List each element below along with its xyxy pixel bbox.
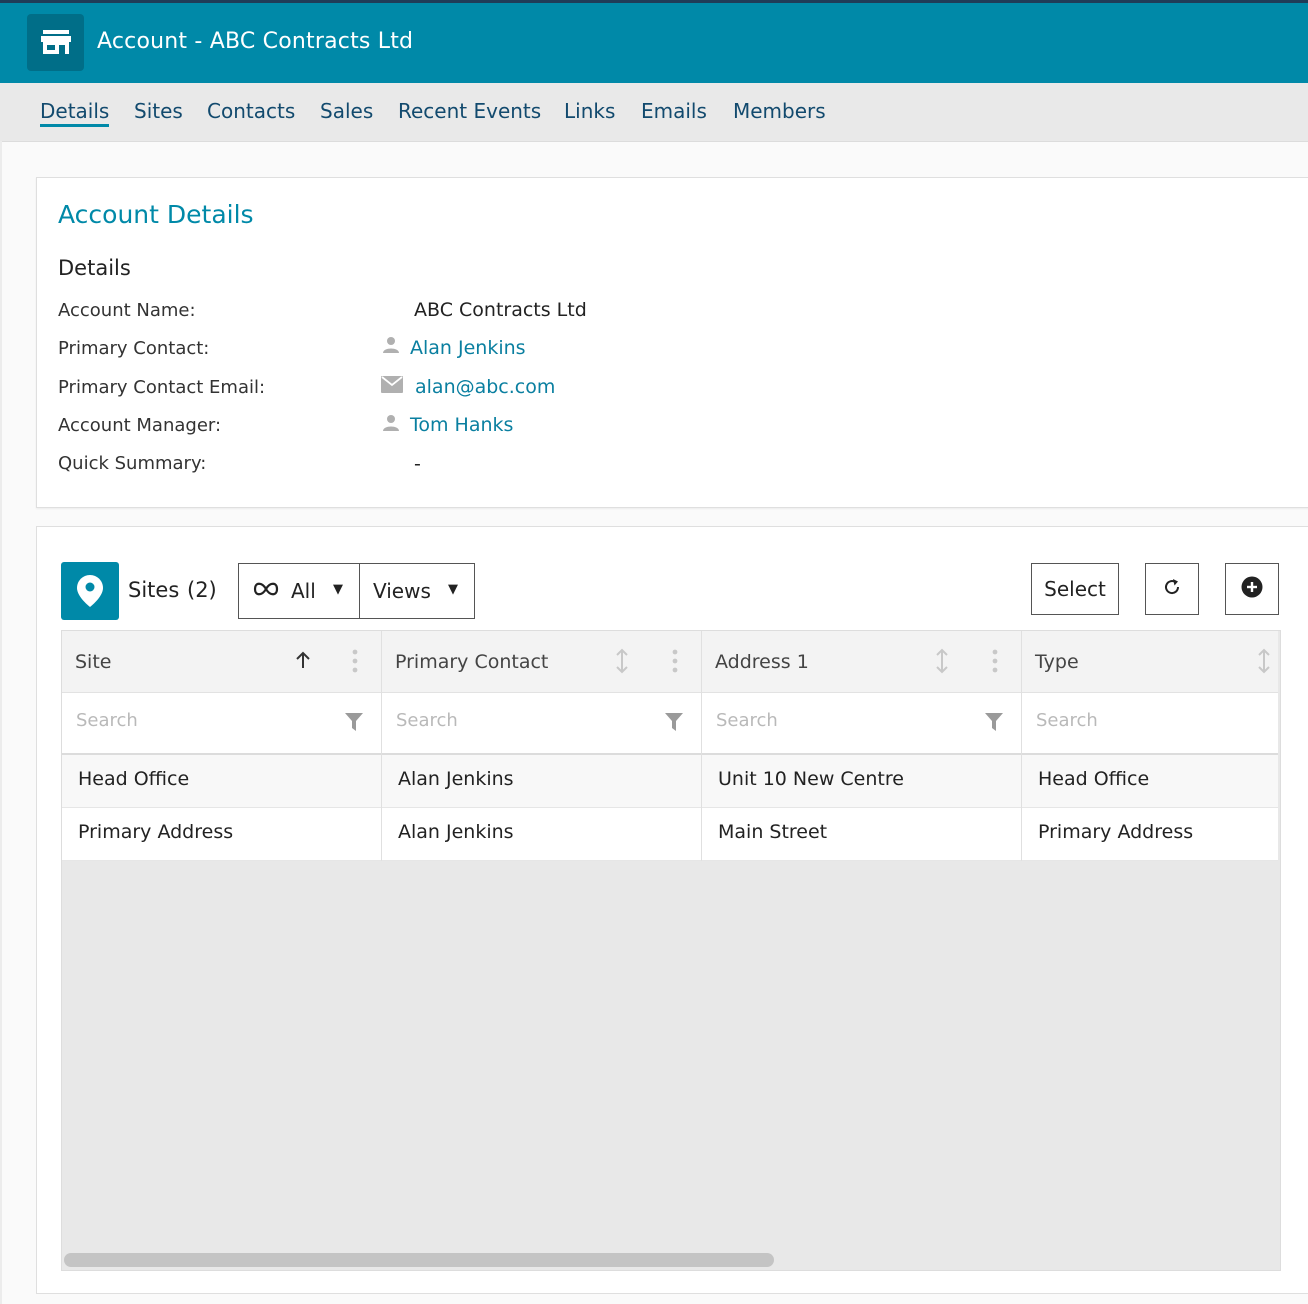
table-row: Head Office bbox=[1022, 755, 1278, 808]
sort-ascending-icon[interactable] bbox=[294, 650, 312, 674]
details-subtitle: Details bbox=[58, 256, 131, 280]
contact-link[interactable]: Alan Jenkins bbox=[398, 821, 514, 843]
primary-contact-link[interactable]: Alan Jenkins bbox=[410, 337, 526, 359]
type-cell: Head Office bbox=[1038, 768, 1150, 790]
primary-contact-label: Primary Contact: bbox=[58, 338, 210, 359]
table-row: Primary Address bbox=[1022, 808, 1278, 861]
tab-sites[interactable]: Sites bbox=[134, 99, 183, 123]
sort-unsorted-icon[interactable] bbox=[936, 648, 948, 678]
column-site: Site Head Office Primary Address bbox=[62, 631, 381, 861]
sort-unsorted-icon[interactable] bbox=[1258, 648, 1270, 678]
primary-contact-search-input[interactable] bbox=[394, 709, 648, 732]
sites-count: (2) bbox=[187, 578, 217, 602]
column-type: Type Head Office Primary Address bbox=[1022, 631, 1278, 861]
tab-emails[interactable]: Emails bbox=[641, 99, 707, 123]
person-icon bbox=[382, 336, 400, 358]
primary-contact-email-link[interactable]: alan@abc.com bbox=[415, 376, 555, 398]
store-icon bbox=[27, 14, 84, 71]
table-row: Alan Jenkins bbox=[382, 755, 701, 808]
plus-circle-icon bbox=[1241, 576, 1263, 603]
search-cell bbox=[62, 693, 381, 755]
table-row: Primary Address bbox=[62, 808, 381, 861]
column-header-address-1[interactable]: Address 1 bbox=[702, 631, 1021, 693]
search-cell bbox=[1022, 693, 1278, 755]
column-header-primary-contact[interactable]: Primary Contact bbox=[382, 631, 701, 693]
tab-details[interactable]: Details bbox=[40, 99, 110, 127]
contact-link[interactable]: Alan Jenkins bbox=[398, 768, 514, 790]
search-cell bbox=[702, 693, 1021, 755]
column-address-1: Address 1 Unit 10 New Centre Main Street bbox=[702, 631, 1021, 861]
column-menu-icon[interactable] bbox=[672, 649, 678, 677]
app-header: Account - ABC Contracts Ltd bbox=[0, 3, 1308, 83]
select-button[interactable]: Select bbox=[1031, 563, 1119, 615]
left-edge bbox=[0, 141, 2, 1304]
account-details-card: Account Details Details Account Name: AB… bbox=[36, 177, 1308, 508]
tab-sales[interactable]: Sales bbox=[320, 99, 373, 123]
search-cell bbox=[382, 693, 701, 755]
horizontal-scrollbar[interactable] bbox=[64, 1253, 774, 1267]
tab-bar: Details Sites Contacts Sales Recent Even… bbox=[0, 83, 1308, 142]
filter-icon[interactable] bbox=[345, 713, 363, 735]
quick-summary-label: Quick Summary: bbox=[58, 453, 207, 474]
account-manager-label: Account Manager: bbox=[58, 415, 222, 436]
refresh-icon bbox=[1162, 577, 1182, 602]
site-link[interactable]: Head Office bbox=[78, 768, 189, 790]
column-header-label: Primary Contact bbox=[395, 651, 549, 673]
account-details-title: Account Details bbox=[58, 200, 254, 229]
column-menu-icon[interactable] bbox=[352, 649, 358, 677]
type-search-input[interactable] bbox=[1034, 709, 1258, 732]
type-cell: Primary Address bbox=[1038, 821, 1194, 843]
page-title: Account - ABC Contracts Ltd bbox=[97, 29, 414, 54]
filter-divider bbox=[359, 564, 360, 618]
mail-icon bbox=[381, 376, 403, 397]
column-header-label: Type bbox=[1035, 651, 1079, 673]
column-header-label: Site bbox=[75, 651, 112, 673]
table-row: Main Street bbox=[702, 808, 1021, 861]
tab-members[interactable]: Members bbox=[733, 99, 826, 123]
tab-contacts[interactable]: Contacts bbox=[207, 99, 295, 123]
infinity-icon bbox=[252, 579, 280, 603]
site-search-input[interactable] bbox=[74, 709, 328, 732]
sites-grid: Site Head Office Primary Address Pr bbox=[61, 630, 1281, 1271]
table-row: Unit 10 New Centre bbox=[702, 755, 1021, 808]
account-manager-link[interactable]: Tom Hanks bbox=[410, 414, 513, 436]
views-dropdown[interactable]: Views bbox=[373, 579, 431, 603]
column-menu-icon[interactable] bbox=[992, 649, 998, 677]
filter-all-label[interactable]: All bbox=[291, 579, 316, 603]
sort-unsorted-icon[interactable] bbox=[616, 648, 628, 678]
add-site-button[interactable] bbox=[1225, 563, 1279, 615]
map-pin-icon bbox=[61, 562, 119, 620]
tab-recent-events[interactable]: Recent Events bbox=[398, 99, 541, 123]
sites-title: Sites bbox=[128, 578, 180, 602]
site-link[interactable]: Primary Address bbox=[78, 821, 233, 843]
table-row: Head Office bbox=[62, 755, 381, 808]
filter-caret-icon[interactable]: ▼ bbox=[333, 582, 343, 597]
filter-group: All ▼ Views ▼ bbox=[238, 563, 475, 619]
account-name-value: ABC Contracts Ltd bbox=[414, 299, 587, 321]
sites-card: Sites (2) All ▼ Views ▼ Select Site Sear… bbox=[36, 526, 1308, 1294]
primary-contact-email-label: Primary Contact Email: bbox=[58, 377, 266, 398]
tab-links[interactable]: Links bbox=[564, 99, 615, 123]
address-cell: Main Street bbox=[718, 821, 828, 843]
column-header-type[interactable]: Type bbox=[1022, 631, 1278, 693]
quick-summary-value: - bbox=[414, 453, 421, 475]
person-icon bbox=[382, 414, 400, 436]
column-header-site[interactable]: Site bbox=[62, 631, 381, 693]
column-primary-contact: Primary Contact Alan Jenkins Alan Jenkin… bbox=[382, 631, 701, 861]
address-cell: Unit 10 New Centre bbox=[718, 768, 904, 790]
filter-icon[interactable] bbox=[665, 713, 683, 735]
address-search-input[interactable] bbox=[714, 709, 968, 732]
views-caret-icon[interactable]: ▼ bbox=[448, 582, 458, 597]
column-header-label: Address 1 bbox=[715, 651, 809, 673]
table-row: Alan Jenkins bbox=[382, 808, 701, 861]
refresh-button[interactable] bbox=[1145, 563, 1199, 615]
filter-icon[interactable] bbox=[985, 713, 1003, 735]
account-name-label: Account Name: bbox=[58, 300, 196, 321]
